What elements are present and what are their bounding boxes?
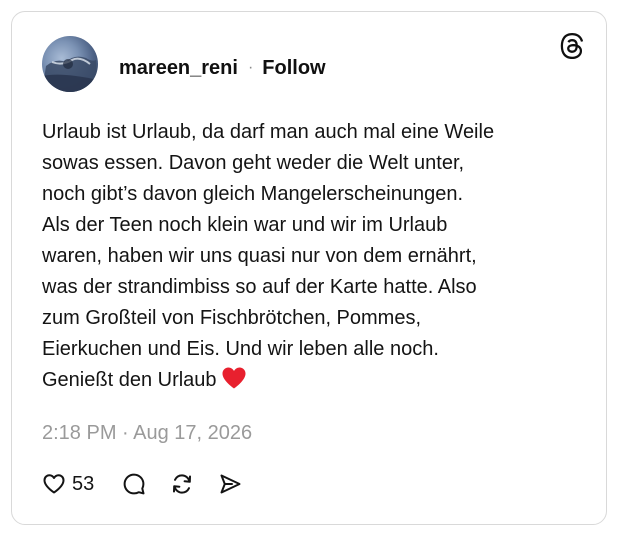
- post-text-line: waren, haben wir uns quasi nur von dem e…: [42, 245, 477, 267]
- post-header: mareen_reni · Follow: [119, 56, 326, 80]
- post-text-line: zum Großteil von Fischbrötchen, Pommes,: [42, 307, 422, 329]
- comment-icon: [123, 473, 145, 495]
- threads-logo-icon[interactable]: [559, 33, 585, 59]
- post-text-line: Eierkuchen und Eis. Und wir leben alle n…: [42, 338, 439, 360]
- avatar-image: [42, 56, 98, 92]
- post-text-line: was der strandimbiss so auf der Karte ha…: [42, 276, 477, 298]
- repost-button[interactable]: [170, 472, 194, 496]
- avatar[interactable]: [42, 36, 98, 92]
- post-text-line: Genießt den Urlaub: [42, 369, 217, 391]
- post-text-line: sowas essen. Davon geht weder die Welt u…: [42, 152, 465, 174]
- like-count: 53: [72, 472, 95, 495]
- post-body: Urlaub ist Urlaub, da darf man auch mal …: [42, 117, 582, 396]
- action-bar: 53: [42, 470, 242, 498]
- post-text-line-last: Genießt den Urlaub: [42, 365, 582, 396]
- username-link[interactable]: mareen_reni: [119, 57, 238, 80]
- share-button[interactable]: [218, 472, 242, 496]
- heart-icon: [43, 474, 65, 494]
- post-text-line: Als der Teen noch klein war und wir im U…: [42, 214, 448, 236]
- comment-button[interactable]: [122, 472, 146, 496]
- post-text-line: Urlaub ist Urlaub, da darf man auch mal …: [42, 121, 495, 143]
- post-timestamp[interactable]: 2:18 PM · Aug 17, 2026: [42, 422, 252, 445]
- like-button[interactable]: 53: [42, 472, 94, 496]
- red-heart-emoji: [222, 367, 246, 389]
- post-card: mareen_reni · Follow Urlaub ist Urlaub, …: [11, 11, 607, 525]
- share-icon: [220, 474, 241, 494]
- post-text-line: noch gibt’s davon gleich Mangelerscheinu…: [42, 183, 464, 205]
- header-separator: ·: [247, 59, 254, 76]
- repost-icon: [173, 474, 192, 494]
- follow-button[interactable]: Follow: [262, 57, 325, 80]
